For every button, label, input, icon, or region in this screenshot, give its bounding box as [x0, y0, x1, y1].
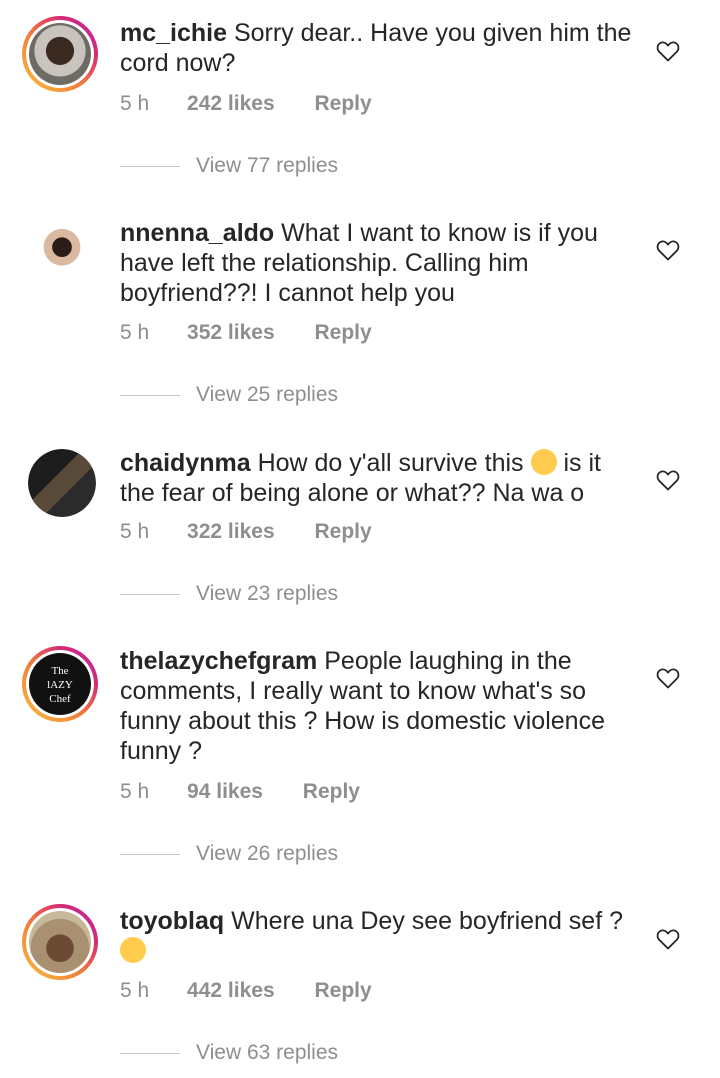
avatar[interactable]: [28, 449, 96, 517]
reply-button[interactable]: Reply: [314, 520, 371, 543]
comment-likes[interactable]: 442 likes: [187, 979, 275, 1002]
comment-username[interactable]: mc_ichie: [120, 19, 227, 47]
heart-icon[interactable]: [656, 667, 680, 689]
comment-time: 5 h: [120, 321, 150, 344]
comment-text: How do y'all survive this: [257, 449, 524, 477]
avatar-logo-text: Chef: [49, 693, 71, 705]
replies-divider: [120, 593, 180, 595]
view-replies-button[interactable]: View 26 replies: [120, 842, 338, 866]
avatar-logo-text: The: [51, 665, 69, 677]
crying-face-emoji: [530, 449, 557, 475]
comment-username[interactable]: nnenna_aldo: [120, 219, 274, 247]
replies-divider: [120, 1052, 180, 1054]
comment-likes[interactable]: 322 likes: [187, 520, 275, 543]
comment-likes[interactable]: 242 likes: [187, 92, 275, 115]
avatar[interactable]: The lAZY Chef: [22, 646, 98, 722]
reply-button[interactable]: Reply: [314, 979, 371, 1002]
replies-divider: [120, 394, 180, 396]
comment-likes[interactable]: 94 likes: [187, 780, 263, 803]
view-replies-button[interactable]: View 63 replies: [120, 1041, 338, 1065]
view-replies-button[interactable]: View 77 replies: [120, 154, 338, 178]
laughing-emoji: [120, 937, 146, 963]
avatar-logo-text: lAZY: [47, 679, 73, 691]
heart-icon[interactable]: [656, 469, 680, 491]
replies-divider: [120, 165, 180, 167]
avatar[interactable]: [22, 16, 98, 92]
heart-icon[interactable]: [656, 239, 680, 261]
avatar[interactable]: [28, 220, 96, 288]
view-replies-button[interactable]: View 25 replies: [120, 383, 338, 407]
reply-button[interactable]: Reply: [303, 780, 360, 803]
comment-time: 5 h: [120, 520, 150, 543]
comment-username[interactable]: toyoblaq: [120, 907, 224, 935]
heart-icon[interactable]: [656, 928, 680, 950]
replies-divider: [120, 853, 180, 855]
view-replies-button[interactable]: View 23 replies: [120, 582, 338, 606]
avatar[interactable]: [22, 904, 98, 980]
heart-icon[interactable]: [656, 40, 680, 62]
comment-time: 5 h: [120, 979, 150, 1002]
comment-time: 5 h: [120, 780, 150, 803]
comment-username[interactable]: chaidynma: [120, 449, 251, 477]
comment-text: Where una Dey see boyfriend sef ?: [231, 907, 624, 935]
reply-button[interactable]: Reply: [314, 321, 371, 344]
reply-button[interactable]: Reply: [314, 92, 371, 115]
comment-likes[interactable]: 352 likes: [187, 321, 275, 344]
comment-username[interactable]: thelazychefgram: [120, 647, 317, 675]
comment-time: 5 h: [120, 92, 150, 115]
